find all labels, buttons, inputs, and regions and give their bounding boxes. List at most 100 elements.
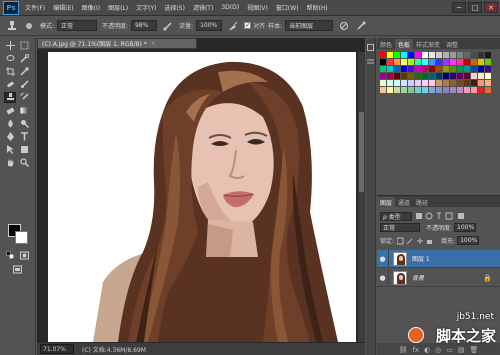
pen-tool-icon[interactable] — [4, 131, 16, 142]
quick-select-tool-icon[interactable] — [18, 53, 30, 64]
color-swatch[interactable] — [464, 52, 470, 58]
visibility-eye-icon[interactable]: ● — [377, 268, 389, 287]
color-swatch[interactable] — [422, 66, 428, 72]
color-swatch[interactable] — [408, 52, 414, 58]
color-swatch[interactable] — [457, 52, 463, 58]
history-brush-tool-icon[interactable] — [18, 92, 30, 103]
tab-color[interactable]: 颜色 — [377, 39, 395, 49]
hand-tool-icon[interactable] — [4, 157, 16, 168]
quick-mask-icon[interactable] — [18, 250, 30, 261]
color-swatch[interactable] — [415, 59, 421, 65]
tab-styles[interactable]: 样式渐变 — [413, 39, 443, 49]
menu-file[interactable]: 文件(F) — [25, 3, 45, 12]
properties-panel-icon[interactable] — [365, 56, 375, 67]
color-swatch[interactable] — [450, 87, 456, 93]
airbrush-icon[interactable] — [227, 20, 239, 32]
color-swatch[interactable] — [429, 80, 435, 86]
color-swatch[interactable] — [457, 73, 463, 79]
color-swatch[interactable] — [485, 59, 491, 65]
color-swatch[interactable] — [387, 80, 393, 86]
eraser-tool-icon[interactable] — [4, 105, 16, 116]
tab-swatches[interactable]: 色板 — [395, 39, 414, 49]
history-panel-icon[interactable] — [365, 42, 375, 53]
minimize-button[interactable]: ─ — [452, 2, 466, 13]
menu-layer[interactable]: 图层(L) — [108, 3, 128, 12]
mode-select[interactable]: 正常 — [57, 20, 98, 31]
layer-row-background[interactable]: ● 背景 🔒 — [377, 268, 500, 287]
background-color-swatch[interactable] — [15, 231, 28, 244]
color-swatch[interactable] — [401, 66, 407, 72]
color-swatch[interactable] — [457, 66, 463, 72]
color-swatch[interactable] — [443, 73, 449, 79]
layer-opacity-field[interactable]: 100% — [454, 223, 477, 232]
maximize-button[interactable]: □ — [468, 2, 482, 13]
color-swatch[interactable] — [443, 52, 449, 58]
dodge-tool-icon[interactable] — [18, 118, 30, 129]
ignore-adjustment-layers-icon[interactable] — [338, 20, 350, 32]
pressure-size-icon[interactable] — [355, 20, 367, 32]
color-swatch[interactable] — [471, 73, 477, 79]
color-swatch[interactable] — [394, 73, 400, 79]
color-swatch[interactable] — [408, 73, 414, 79]
color-swatch[interactable] — [415, 87, 421, 93]
color-swatch[interactable] — [464, 66, 470, 72]
color-swatch[interactable] — [436, 80, 442, 86]
color-swatch[interactable] — [429, 87, 435, 93]
color-swatch[interactable] — [380, 87, 386, 93]
color-swatch[interactable] — [478, 87, 484, 93]
menu-window[interactable]: 窗口(W) — [276, 3, 299, 12]
color-swatch[interactable] — [485, 66, 491, 72]
color-swatch[interactable] — [429, 59, 435, 65]
color-swatch[interactable] — [422, 59, 428, 65]
color-swatch[interactable] — [429, 73, 435, 79]
flow-field[interactable]: 100% — [196, 20, 223, 31]
gradient-tool-icon[interactable] — [18, 105, 30, 116]
color-swatch[interactable] — [401, 59, 407, 65]
color-swatch[interactable] — [408, 87, 414, 93]
color-swatch[interactable] — [422, 80, 428, 86]
color-swatch[interactable] — [436, 52, 442, 58]
tab-adjustments[interactable]: 调整 — [443, 39, 461, 49]
shape-tool-icon[interactable] — [18, 144, 30, 155]
pressure-opacity-icon[interactable] — [162, 20, 174, 32]
color-swatch[interactable] — [457, 59, 463, 65]
blend-mode-select[interactable]: 正常 — [380, 223, 420, 232]
menu-image[interactable]: 图像(I) — [82, 3, 100, 12]
lasso-tool-icon[interactable] — [4, 53, 16, 64]
color-swatch[interactable] — [394, 87, 400, 93]
menu-help[interactable]: 帮助(H) — [307, 3, 328, 12]
color-swatch[interactable] — [415, 80, 421, 86]
clone-stamp-tool-preset-icon[interactable] — [6, 20, 18, 32]
color-swatch[interactable] — [450, 66, 456, 72]
color-swatch[interactable] — [422, 52, 428, 58]
color-swatch[interactable] — [380, 59, 386, 65]
default-colors-icon[interactable] — [4, 250, 16, 261]
color-swatch[interactable] — [380, 52, 386, 58]
vertical-scrollbar[interactable] — [358, 52, 365, 342]
color-swatch[interactable] — [394, 52, 400, 58]
color-swatch[interactable] — [387, 59, 393, 65]
color-swatch[interactable] — [408, 59, 414, 65]
color-swatch[interactable] — [387, 73, 393, 79]
color-swatch[interactable] — [380, 80, 386, 86]
layer-name[interactable]: 背景 — [412, 273, 424, 282]
color-swatch[interactable] — [485, 52, 491, 58]
color-swatch[interactable] — [401, 87, 407, 93]
color-swatch[interactable] — [436, 73, 442, 79]
color-swatch[interactable] — [450, 59, 456, 65]
color-swatch[interactable] — [380, 66, 386, 72]
color-swatch[interactable] — [485, 73, 491, 79]
color-swatch[interactable] — [464, 87, 470, 93]
opacity-field[interactable]: 98% — [131, 20, 158, 31]
move-tool-icon[interactable] — [4, 40, 16, 51]
sample-select[interactable]: 当前图层 — [285, 20, 334, 31]
healing-brush-tool-icon[interactable] — [4, 79, 16, 90]
color-swatch[interactable] — [457, 80, 463, 86]
color-swatch[interactable] — [450, 80, 456, 86]
color-swatch[interactable] — [471, 87, 477, 93]
menu-type[interactable]: 文字(Y) — [136, 3, 156, 12]
clone-stamp-tool-icon[interactable] — [4, 92, 16, 103]
layer-name[interactable]: 图层 1 — [412, 254, 430, 263]
blur-tool-icon[interactable] — [4, 118, 16, 129]
color-swatch[interactable] — [450, 52, 456, 58]
